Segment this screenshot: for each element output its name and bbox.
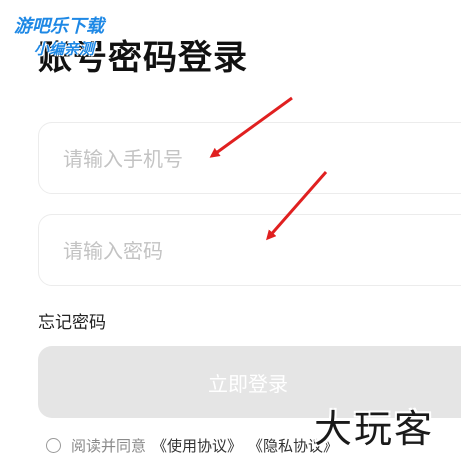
- annotation-arrows: [209, 96, 328, 241]
- annotation-arrow-icon: [209, 96, 293, 158]
- annotation-arrow-icon: [266, 171, 328, 241]
